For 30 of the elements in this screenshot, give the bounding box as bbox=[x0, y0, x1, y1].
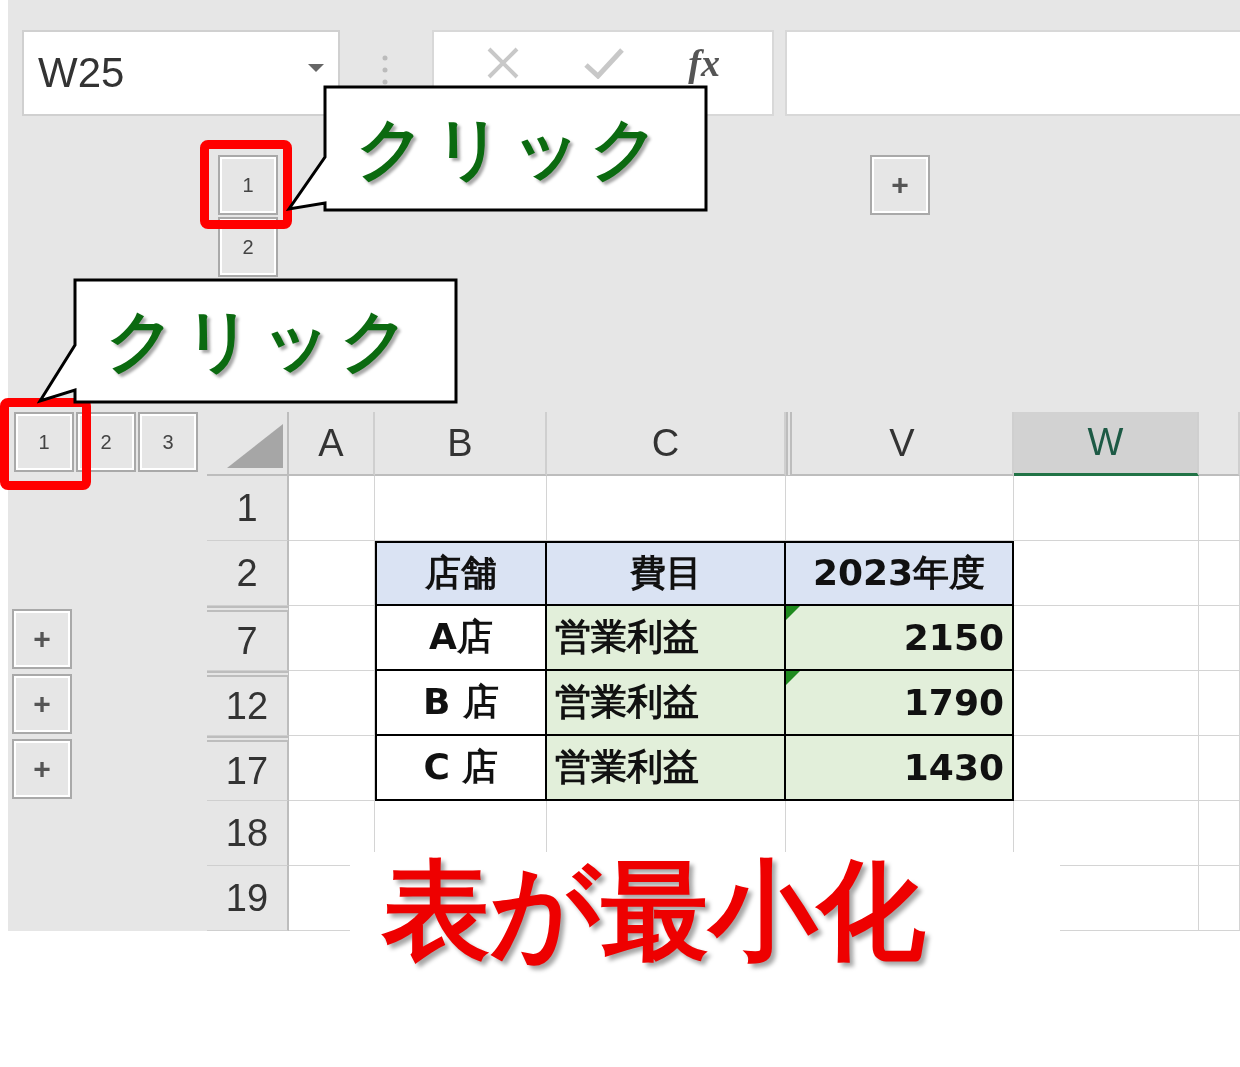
table-cell: A店 bbox=[375, 606, 547, 671]
table-header-cell: 費目 bbox=[547, 541, 786, 606]
table-cell: 2150 bbox=[786, 606, 1014, 671]
expand-button[interactable]: + bbox=[12, 738, 72, 799]
table-header-cell: 店舗 bbox=[375, 541, 547, 606]
table-header-cell: 2023年度 bbox=[786, 541, 1014, 606]
table-cell: 営業利益 bbox=[547, 736, 786, 801]
drag-handle-icon bbox=[382, 55, 388, 85]
table-cell: B 店 bbox=[375, 671, 547, 736]
table-cell: 営業利益 bbox=[547, 606, 786, 671]
outline-level-button[interactable]: 3 bbox=[138, 412, 198, 472]
column-header[interactable]: W bbox=[1014, 412, 1199, 476]
callout-text: クリック bbox=[106, 299, 418, 382]
expand-button[interactable]: + bbox=[12, 608, 72, 669]
formula-input[interactable] bbox=[785, 30, 1240, 116]
table-cell: 1790 bbox=[786, 671, 1014, 736]
select-all-icon[interactable] bbox=[227, 424, 283, 468]
outline-level-button[interactable]: 1 bbox=[14, 412, 74, 472]
expand-button[interactable]: + bbox=[870, 155, 930, 215]
table-cell: 1430 bbox=[786, 736, 1014, 801]
check-icon[interactable] bbox=[584, 47, 625, 79]
cancel-icon[interactable] bbox=[486, 46, 521, 80]
insert-function-button[interactable]: fx bbox=[688, 41, 720, 85]
outline-level-button[interactable]: 1 bbox=[218, 155, 278, 215]
expand-button[interactable]: + bbox=[12, 673, 72, 734]
callout-text: クリック bbox=[356, 107, 668, 190]
table-cell: 営業利益 bbox=[547, 671, 786, 736]
dropdown-caret-icon[interactable] bbox=[308, 64, 324, 72]
name-box[interactable]: W25 bbox=[22, 30, 340, 116]
table-cell: C 店 bbox=[375, 736, 547, 801]
